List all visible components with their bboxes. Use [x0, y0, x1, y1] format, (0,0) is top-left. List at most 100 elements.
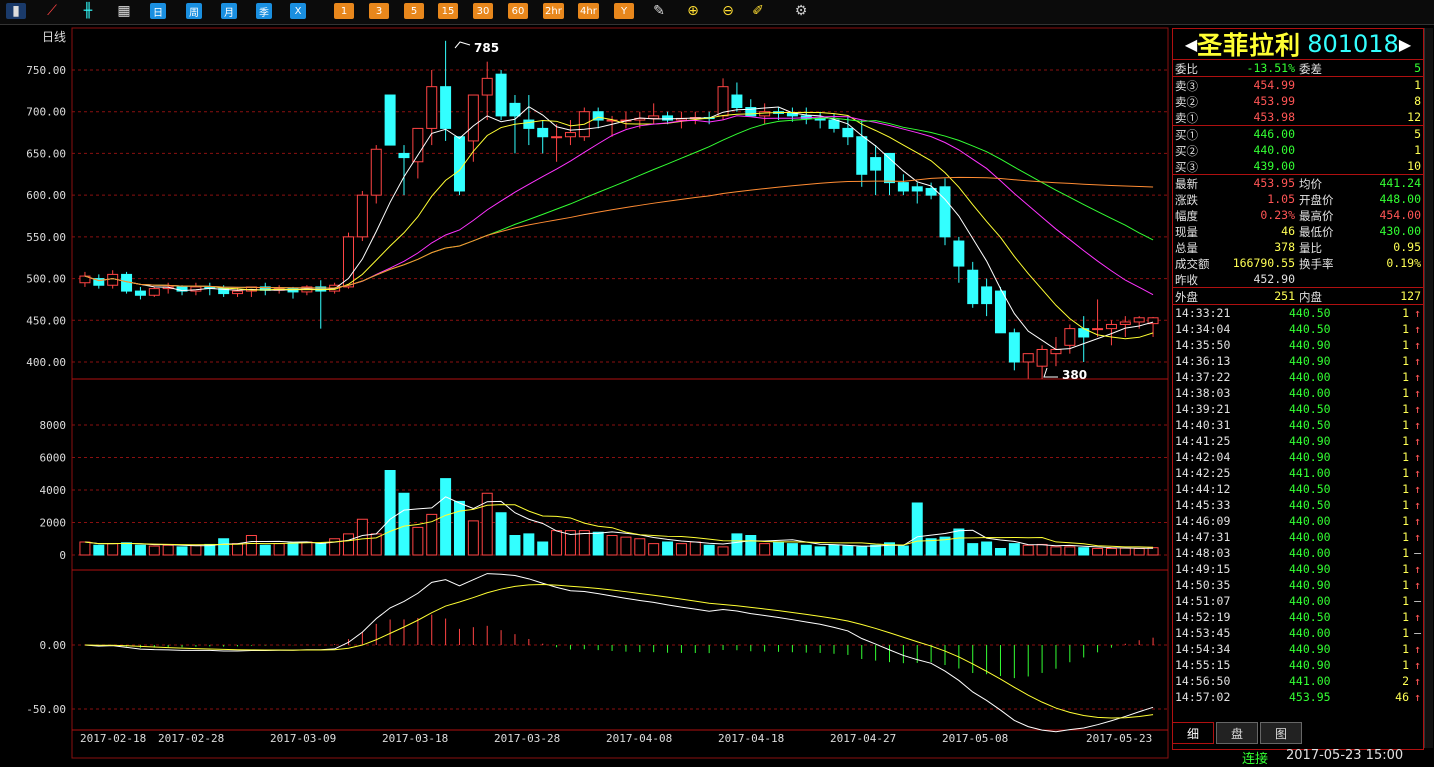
tick-direction-icon: ↑	[1414, 450, 1421, 464]
volume-bar	[897, 545, 909, 556]
tick-row: 14:33:21 440.50 1 ↑	[1173, 305, 1423, 321]
tick-time: 14:44:12	[1175, 482, 1231, 496]
price-tick: 400.00	[26, 356, 66, 369]
tick-row: 14:38:03 440.00 1 ↑	[1173, 385, 1423, 401]
volume-bar	[343, 533, 354, 556]
hour-2-button[interactable]: 2hr	[543, 3, 564, 19]
quote-value: 46	[1281, 224, 1295, 238]
zoom-in-icon[interactable]: ⊕	[683, 3, 703, 19]
minute-15-button[interactable]: 15	[438, 3, 458, 19]
kline-chart[interactable]: 750.00 700.00 650.00 600.00 550.00 500.00 450.…	[0, 25, 1170, 765]
quote-row: 涨跌 1.05 开盘价 448.00	[1173, 191, 1423, 207]
volume-bar	[121, 542, 133, 556]
candle-body	[759, 111, 771, 117]
tab-chart[interactable]: 图	[1260, 722, 1302, 744]
tick-volume: 1	[1402, 338, 1409, 352]
status-datetime: 2017-05-23 15:00	[1286, 748, 1404, 763]
quote-label: 最新	[1175, 177, 1198, 191]
minute-30-button[interactable]: 30	[473, 3, 493, 19]
price-tick: 550.00	[26, 231, 66, 244]
minute-60-button[interactable]: 60	[508, 3, 528, 19]
tick-row: 14:42:25 441.00 1 ↑	[1173, 465, 1423, 481]
volume-bar	[606, 535, 618, 556]
candle-body	[1008, 332, 1020, 363]
volume-tick: 6000	[40, 452, 67, 465]
quote-value: 454.99	[1253, 78, 1295, 92]
tick-row: 14:55:15 440.90 1 ↑	[1173, 657, 1423, 673]
tab-order-book[interactable]: 盘	[1216, 722, 1258, 744]
volume-bar	[745, 535, 757, 556]
minute-5-button[interactable]: 5	[404, 3, 424, 19]
candle-body	[1022, 353, 1034, 363]
low-marker-line	[1043, 367, 1058, 378]
volume-bar	[800, 544, 812, 556]
candle-body	[564, 132, 576, 138]
quote-panel: ◀ 圣菲拉利 801018 ▶ 委比 -13.51% 委差 5 卖③ 454.99 1 卖② 4…	[1172, 28, 1424, 750]
note-icon[interactable]: ✎	[649, 3, 669, 19]
period-quarter-button[interactable]: 季	[256, 3, 272, 19]
volume-bar	[773, 541, 785, 556]
tick-price: 440.90	[1289, 658, 1331, 672]
volume-bar	[717, 546, 729, 556]
tick-volume: 1	[1402, 450, 1409, 464]
year-button[interactable]: Y	[614, 3, 634, 19]
tick-volume: 1	[1402, 386, 1409, 400]
hour-4-button[interactable]: 4hr	[578, 3, 599, 19]
tick-row: 14:53:45 440.00 1 —	[1173, 625, 1423, 641]
high-marker-line	[454, 41, 471, 49]
volume-bar	[1022, 544, 1034, 556]
quote-value: 446.00	[1253, 127, 1295, 141]
quote-value-2: 10	[1407, 159, 1421, 173]
period-month-button[interactable]: 月	[221, 3, 237, 19]
price-tick: 650.00	[26, 147, 66, 160]
kline-chart-icon[interactable]: ▮	[6, 3, 26, 19]
next-stock-icon[interactable]: ▶	[1399, 35, 1411, 54]
candle-body	[953, 240, 965, 267]
candle-body	[648, 115, 660, 119]
panel-scrollbar[interactable]	[1424, 28, 1433, 748]
candle-body	[1036, 348, 1048, 367]
tick-row: 14:46:09 440.00 1 ↑	[1173, 513, 1423, 529]
volume-bar	[273, 543, 285, 556]
tick-time: 14:46:09	[1175, 514, 1231, 528]
quote-value: 251	[1274, 289, 1295, 303]
minute-1-button[interactable]: 1	[334, 3, 354, 19]
date-label: 2017-04-27	[830, 732, 896, 745]
tick-price: 440.90	[1289, 642, 1331, 656]
tick-row: 14:35:50 440.90 1 ↑	[1173, 337, 1423, 353]
tick-time: 14:36:13	[1175, 354, 1231, 368]
quote-row: 外盘 251 内盘 127	[1173, 287, 1423, 304]
tick-price: 440.00	[1289, 594, 1331, 608]
candlestick-icon[interactable]: ╫	[78, 3, 98, 19]
gear-icon[interactable]: ⚙	[791, 3, 811, 19]
candle-body	[343, 236, 354, 288]
period-x-button[interactable]: X	[290, 3, 306, 19]
candle-body	[523, 119, 535, 129]
volume-tick: 8000	[40, 419, 67, 432]
volume-bar	[1050, 546, 1062, 556]
chart-grid	[71, 27, 1169, 759]
status-bar: 连接 2017-05-23 15:00	[1172, 748, 1434, 767]
calendar-icon[interactable]: ▦	[114, 3, 134, 19]
prev-stock-icon[interactable]: ◀	[1185, 35, 1197, 54]
tick-direction-icon: ↑	[1414, 674, 1421, 688]
volume-bar	[453, 500, 465, 556]
tab-detail[interactable]: 细	[1172, 722, 1214, 744]
ma30-line	[84, 117, 1154, 289]
tick-row: 14:50:35 440.90 1 ↑	[1173, 577, 1423, 593]
candle-body	[384, 94, 396, 146]
draw-pen-icon[interactable]: ✐	[748, 3, 768, 19]
price-tick: 750.00	[26, 64, 66, 77]
period-day-button[interactable]: 日	[150, 3, 166, 19]
tick-price: 440.90	[1289, 354, 1331, 368]
tick-list[interactable]: 14:33:21 440.50 1 ↑ 14:34:04 440.50 1 ↑ 14:35:50…	[1173, 304, 1423, 705]
quote-table: 委比 -13.51% 委差 5 卖③ 454.99 1 卖② 453.99 8 卖① 453.98 12…	[1173, 60, 1423, 304]
period-week-button[interactable]: 周	[186, 3, 202, 19]
volume-bar	[1036, 543, 1048, 556]
zoom-out-icon[interactable]: ⊖	[718, 3, 738, 19]
minute-3-button[interactable]: 3	[369, 3, 389, 19]
tick-time: 14:38:03	[1175, 386, 1231, 400]
date-label: 2017-05-23	[1086, 732, 1152, 745]
volume-bar	[259, 544, 271, 556]
line-chart-icon[interactable]: ⟋	[42, 3, 62, 19]
